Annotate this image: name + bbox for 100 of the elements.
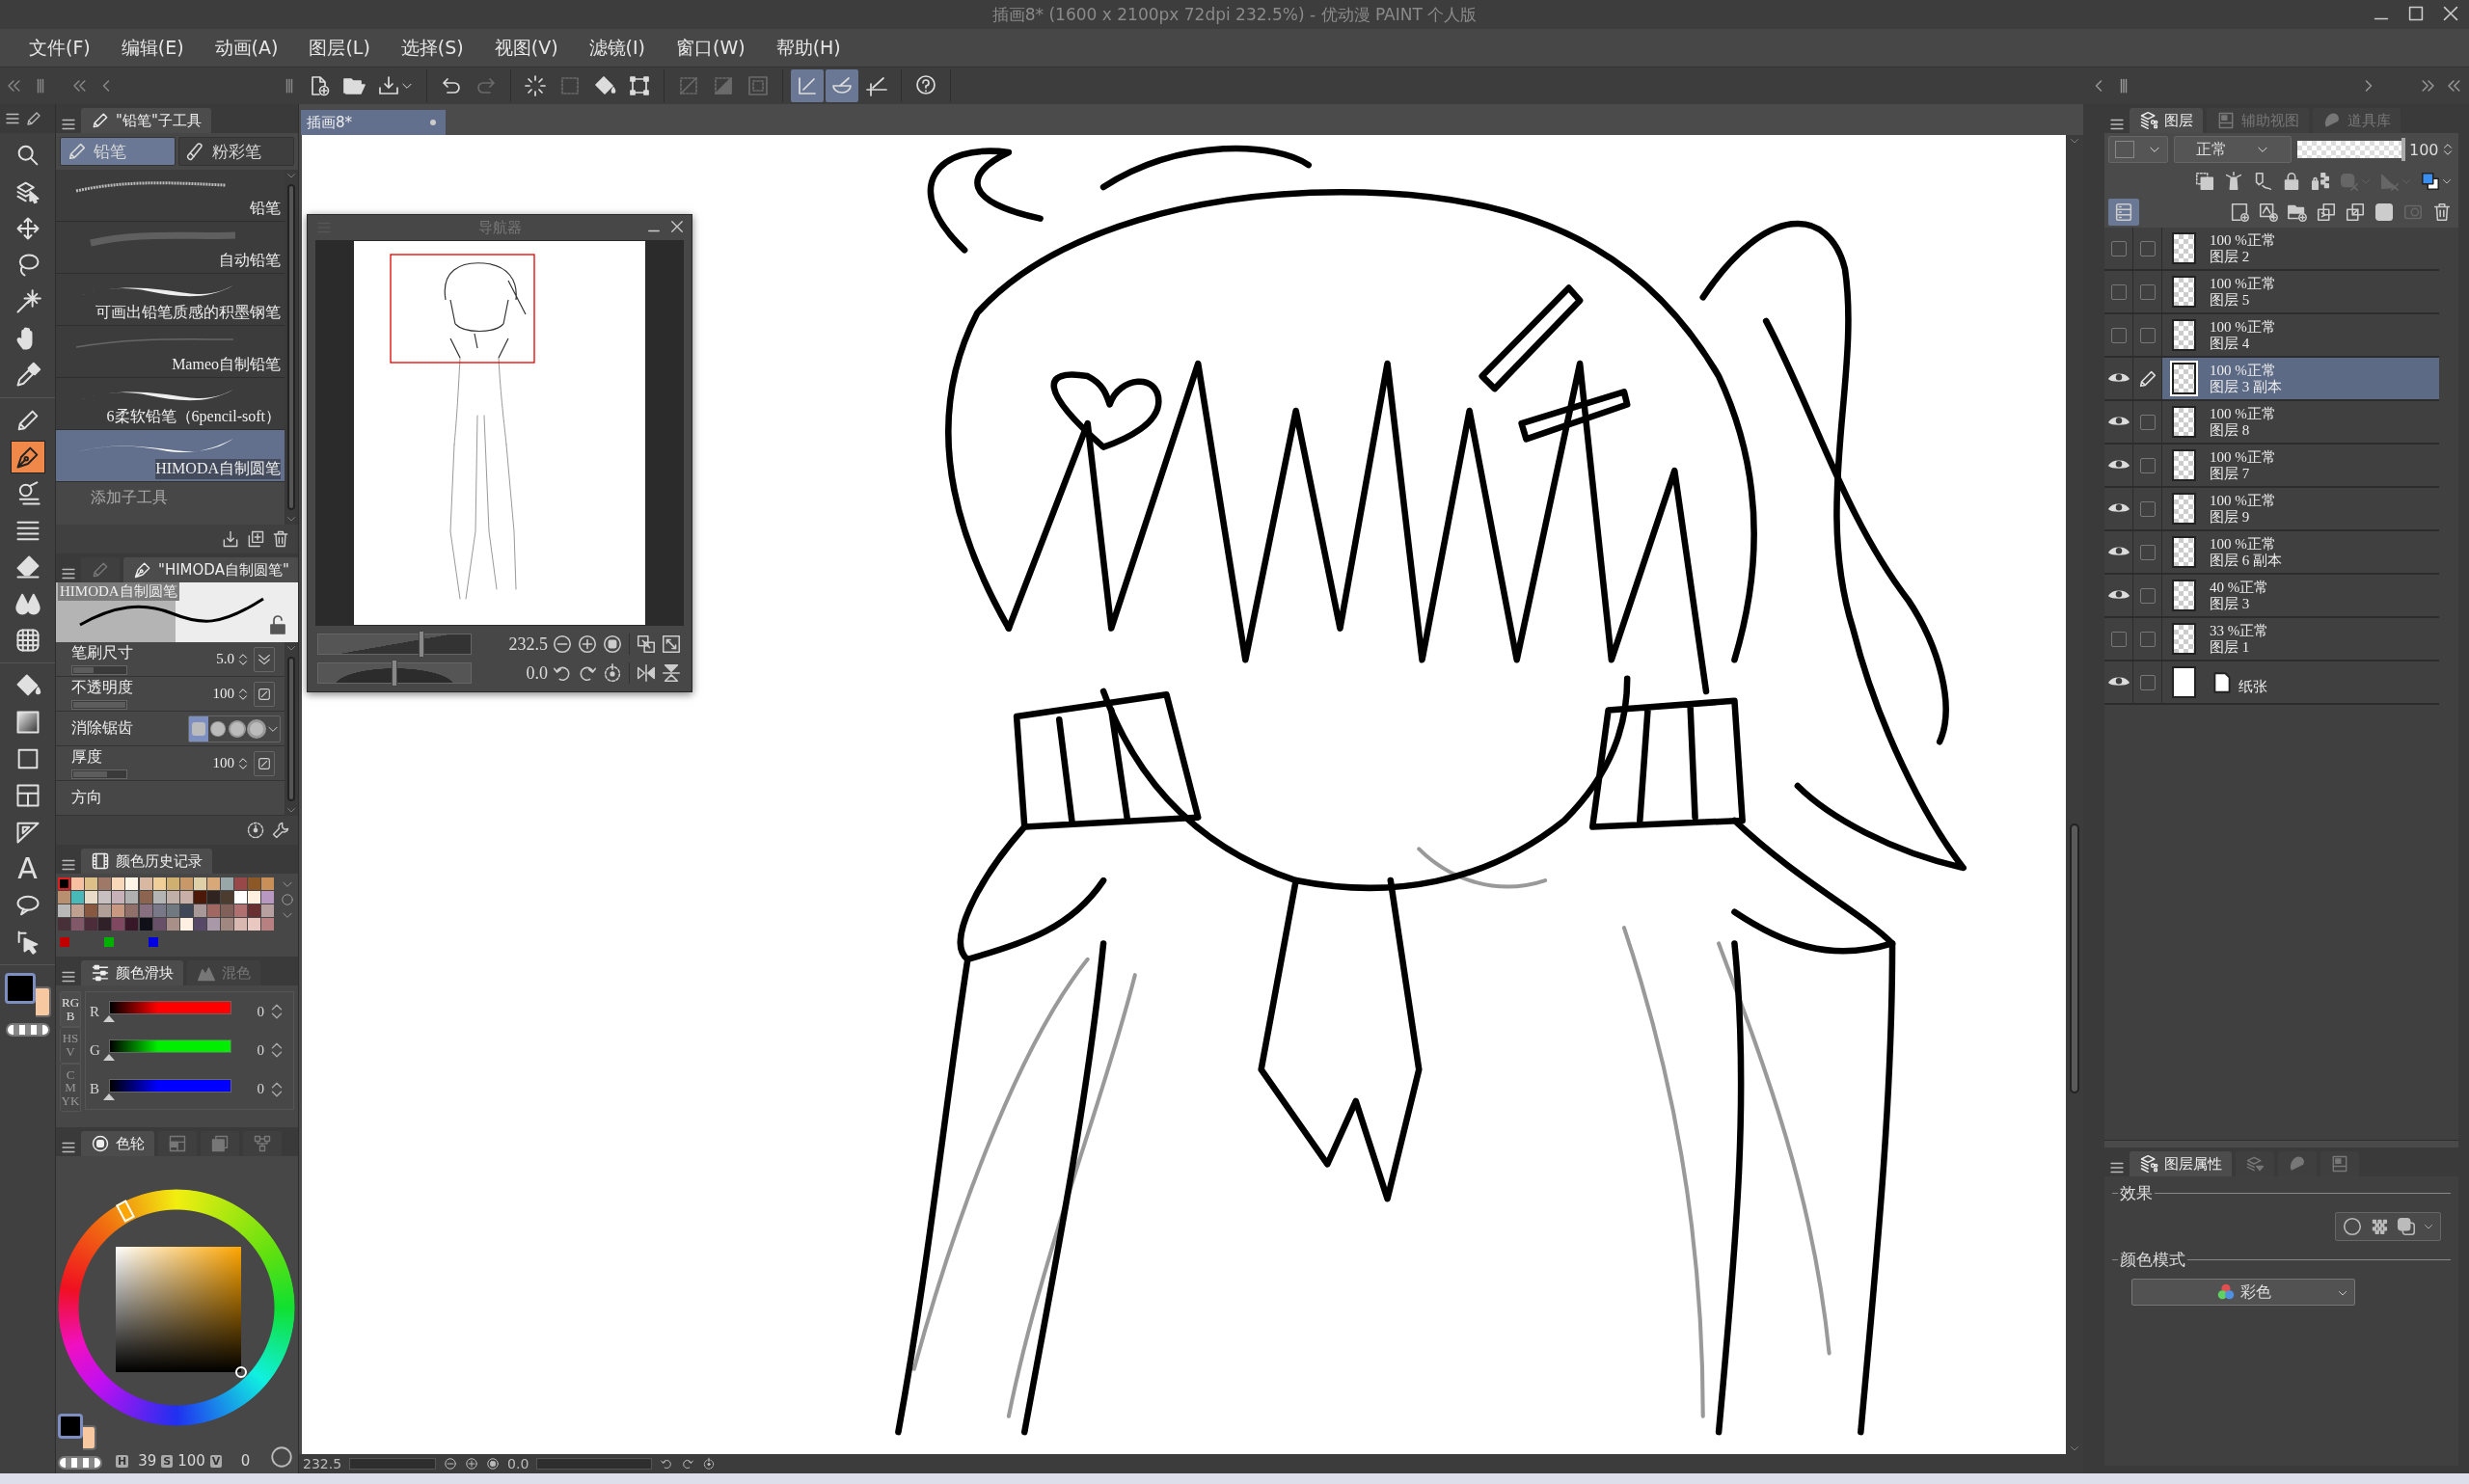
brush-name: HIMODA自制圆笔	[155, 459, 281, 479]
zoom-value: 232.5	[303, 1456, 342, 1471]
color-mode-dropdown[interactable]: 彩色	[2131, 1279, 2355, 1306]
panel-tab[interactable]: 图层属性	[2130, 1151, 2232, 1176]
brush-item[interactable]: Mameo自制铅笔	[56, 326, 285, 378]
layer-info: 100 %正常	[2210, 405, 2276, 422]
channel-value: 0	[239, 1452, 251, 1470]
layer-row[interactable]: 纸张	[2104, 661, 2439, 705]
layer-name: 图层 9	[2210, 508, 2251, 526]
property-value: 5.0	[216, 651, 234, 667]
layer-info: 33 %正常	[2210, 622, 2269, 639]
rotation-value: 0.0	[526, 662, 548, 684]
layer-name: 图层 3 副本	[2210, 378, 2282, 395]
brush-item[interactable]: 自动铅笔	[56, 222, 285, 274]
property-label: 不透明度	[71, 678, 134, 697]
channel-label: V	[209, 1454, 223, 1468]
layer-info: 100 %正常	[2210, 448, 2276, 466]
brush-name: 6柔软铅笔（6pencil-soft）	[106, 407, 281, 427]
layer-name: 图层 2	[2210, 248, 2251, 265]
layer-name: 图层 6 副本	[2210, 552, 2282, 569]
panel-tab[interactable]: 颜色滑块	[81, 960, 183, 985]
layer-row[interactable]: 100 %正常 图层 5	[2104, 271, 2439, 314]
layer-name: 纸张	[2238, 678, 2267, 695]
menu-item[interactable]: 编辑(E)	[105, 29, 200, 67]
brush-item[interactable]: 可画出铅笔质感的积墨钢笔	[56, 274, 285, 326]
brush-name: 铅笔	[250, 199, 281, 218]
layer-name: 图层 1	[2210, 638, 2251, 656]
brush-name: 自动铅笔	[219, 251, 281, 270]
blend-mode-dropdown[interactable]: 正常	[2174, 136, 2292, 163]
brush-item[interactable]: 6柔软铅笔（6pencil-soft）	[56, 378, 285, 430]
menu-item[interactable]: 窗口(W)	[661, 29, 761, 67]
panel-tab[interactable]: "铅笔"子工具	[81, 108, 211, 133]
property-label: 方向	[71, 788, 103, 807]
section-label: 颜色模式	[2120, 1250, 2185, 1271]
window-title: 插画8* (1600 x 2100px 72dpi 232.5%) - 优动漫 PAINT 个人版	[991, 3, 1478, 26]
panel-tab[interactable]: 图层	[2130, 108, 2203, 133]
layer-row[interactable]: 33 %正常 图层 1	[2104, 618, 2439, 661]
menu-item[interactable]: 视图(V)	[478, 29, 574, 67]
channel-value: 100	[177, 1452, 205, 1470]
add-subtool-link[interactable]: 添加子工具	[91, 488, 168, 508]
brush-item[interactable]: HIMODA自制圆笔	[56, 430, 285, 482]
color-mode-tab[interactable]: RGB	[60, 991, 81, 1028]
layer-info: 40 %正常	[2210, 579, 2269, 596]
channel-label: H	[116, 1454, 129, 1468]
document-tab[interactable]: 插画8*	[301, 110, 446, 135]
brush-name: Mameo自制铅笔	[172, 355, 281, 374]
property-value: 100	[212, 686, 234, 702]
property-label: 笔刷尺寸	[71, 643, 134, 662]
layer-info: 100 %正常	[2210, 492, 2276, 509]
layer-info: 100 %正常	[2210, 275, 2276, 292]
panel-title: "铅笔"子工具	[116, 111, 202, 130]
property-label: 消除锯齿	[71, 718, 133, 738]
channel-value: 0	[256, 1081, 264, 1098]
layer-name: 图层 7	[2210, 465, 2251, 482]
channel-value: 0	[256, 1042, 264, 1059]
tool-group-tab[interactable]: 粉彩笔	[178, 137, 294, 166]
text-tool-button[interactable]: A	[10, 852, 45, 885]
panel-title: 颜色滑块	[116, 963, 174, 983]
opacity-value: 100	[2409, 140, 2439, 159]
layer-info: 100 %正常	[2210, 231, 2276, 249]
menu-item[interactable]: 选择(S)	[385, 29, 479, 67]
menu-item[interactable]: 滤镜(I)	[573, 29, 661, 67]
layer-row[interactable]: 100 %正常 图层 7	[2104, 445, 2439, 488]
zoom-value: 232.5	[508, 634, 548, 655]
channel-value: 39	[137, 1452, 157, 1470]
layer-name: 图层 4	[2210, 335, 2251, 352]
brush-item[interactable]: 铅笔	[56, 170, 285, 222]
layer-name: 图层 3	[2210, 595, 2251, 612]
layer-info: 100 %正常	[2210, 535, 2277, 553]
section-label: 效果	[2120, 1183, 2153, 1204]
property-value: 100	[212, 755, 234, 771]
layer-row[interactable]: 100 %正常 图层 9	[2104, 488, 2439, 531]
channel-label: S	[161, 1454, 174, 1468]
panel-tab[interactable]: "HIMODA自制圆笔"	[123, 557, 298, 582]
channel-label: R	[90, 1003, 100, 1020]
rotation-value: 0.0	[507, 1456, 529, 1471]
layer-row[interactable]: 40 %正常 图层 3	[2104, 575, 2439, 618]
menu-item[interactable]: 动画(A)	[199, 29, 294, 67]
panel-tab[interactable]: 颜色历史记录	[81, 849, 212, 874]
layer-name: 图层 5	[2210, 291, 2251, 309]
panel-title: 混色	[222, 963, 251, 983]
layer-info: 100 %正常	[2210, 318, 2276, 336]
panel-title: 图层属性	[2164, 1154, 2222, 1174]
menu-item[interactable]: 文件(F)	[14, 29, 106, 67]
layer-info: 100 %正常	[2210, 362, 2277, 379]
property-label: 厚度	[71, 747, 103, 767]
layer-name: 图层 8	[2210, 421, 2251, 439]
panel-tab[interactable]: 色轮	[81, 1131, 154, 1156]
channel-value: 0	[256, 1003, 264, 1020]
menu-item[interactable]: 帮助(H)	[760, 29, 856, 67]
layer-row[interactable]: 100 %正常 图层 2	[2104, 228, 2439, 271]
menu-item[interactable]: 图层(L)	[293, 29, 386, 67]
layer-row[interactable]: 100 %正常 图层 6 副本	[2104, 531, 2439, 575]
channel-label: G	[90, 1042, 101, 1059]
panel-title: 颜色历史记录	[116, 851, 203, 871]
preview-label: HIMODA自制圆笔	[58, 582, 179, 601]
brush-name: 可画出铅笔质感的积墨钢笔	[95, 303, 281, 322]
panel-title: 图层	[2164, 111, 2193, 130]
panel-title: "HIMODA自制圆笔"	[158, 560, 289, 580]
layer-row[interactable]: 100 %正常 图层 8	[2104, 401, 2439, 445]
